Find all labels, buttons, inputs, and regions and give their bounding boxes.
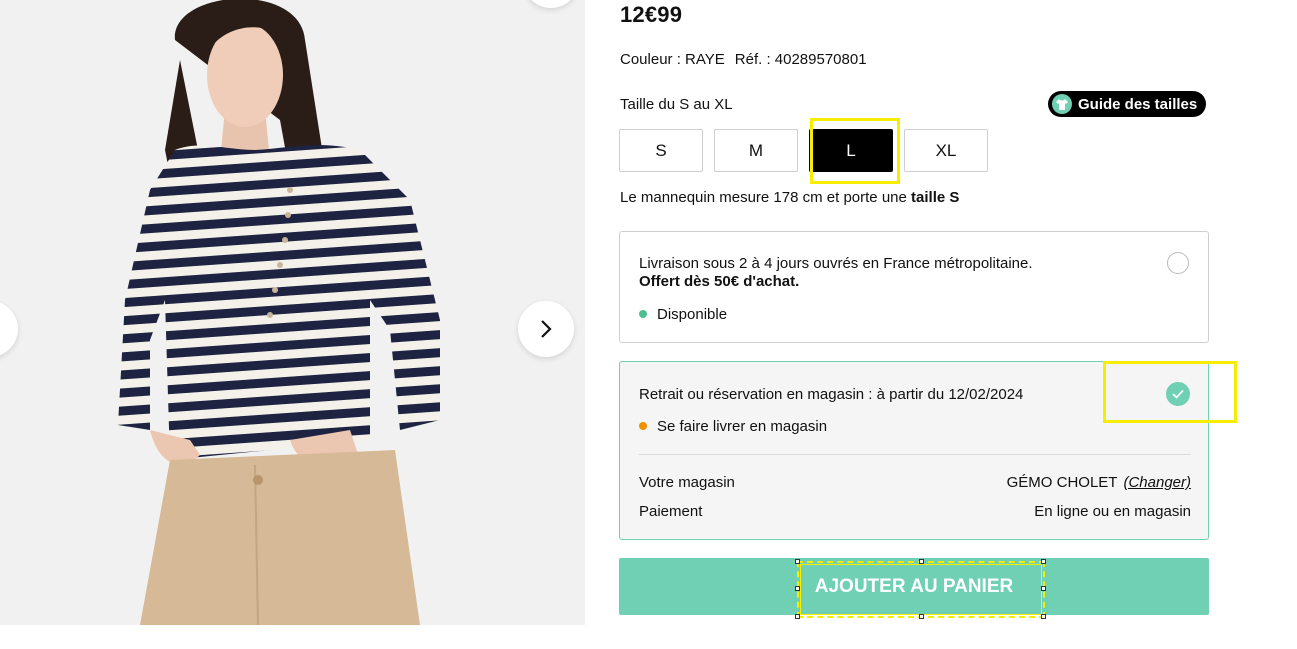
availability-dot-icon	[639, 422, 647, 430]
size-guide-label: Guide des tailles	[1078, 95, 1198, 113]
product-photo	[0, 0, 585, 625]
product-price: 12€99	[620, 2, 683, 27]
home-availability-label: Disponible	[657, 306, 728, 323]
store-pickup-option[interactable]: Retrait ou réservation en magasin : à pa…	[619, 361, 1209, 540]
home-delivery-radio[interactable]	[1167, 252, 1189, 274]
size-option-m[interactable]: M	[714, 129, 798, 172]
model-size-note: Le mannequin mesure 178 cm et porte une …	[620, 189, 959, 206]
change-store-link[interactable]: (Changer)	[1123, 474, 1191, 491]
color-label: Couleur : RAYE	[620, 51, 725, 68]
store-row: Votre magasin GÉMO CHOLET (Changer)	[639, 474, 1191, 491]
divider	[639, 454, 1191, 455]
home-delivery-text: Livraison sous 2 à 4 jours ouvrés en Fra…	[639, 255, 1033, 272]
free-shipping-note: Offert dès 50€ d'achat.	[639, 273, 800, 290]
size-selector: S M L XL	[619, 129, 988, 172]
home-delivery-option[interactable]: Livraison sous 2 à 4 jours ouvrés en Fra…	[619, 231, 1209, 343]
reference-label: Réf. : 40289570801	[734, 51, 867, 68]
store-label: Votre magasin	[639, 474, 735, 491]
check-icon	[1172, 389, 1184, 399]
store-pickup-title: Retrait ou réservation en magasin : à pa…	[639, 386, 1024, 403]
size-option-xl[interactable]: XL	[904, 129, 988, 172]
add-to-cart-label: AJOUTER AU PANIER	[814, 575, 1014, 597]
payment-row: Paiement En ligne ou en magasin	[639, 503, 1191, 520]
size-option-l[interactable]: L	[809, 129, 893, 172]
payment-label: Paiement	[639, 503, 703, 520]
model-note-text: Le mannequin mesure 178 cm et porte une	[620, 189, 912, 206]
store-pickup-radio[interactable]	[1166, 382, 1190, 406]
model-note-size: taille S	[911, 189, 960, 206]
store-availability: Se faire livrer en magasin	[639, 418, 827, 435]
store-name: GÉMO CHOLET	[1006, 474, 1118, 491]
gallery-next-button[interactable]	[518, 301, 574, 357]
product-meta: Couleur : RAYE Réf. : 40289570801	[620, 51, 867, 68]
payment-value: En ligne ou en magasin	[1034, 503, 1191, 520]
tshirt-icon	[1052, 94, 1072, 114]
size-option-s[interactable]: S	[619, 129, 703, 172]
size-guide-button[interactable]: Guide des tailles	[1048, 91, 1207, 117]
chevron-right-icon	[541, 320, 552, 338]
product-image-gallery	[0, 0, 585, 625]
size-range-title: Taille du S au XL	[620, 96, 733, 113]
availability-dot-icon	[639, 310, 647, 318]
home-availability: Disponible	[639, 306, 727, 323]
store-availability-label: Se faire livrer en magasin	[657, 418, 828, 435]
store-value: GÉMO CHOLET (Changer)	[1007, 474, 1191, 491]
add-to-cart-button[interactable]: AJOUTER AU PANIER	[619, 558, 1209, 615]
